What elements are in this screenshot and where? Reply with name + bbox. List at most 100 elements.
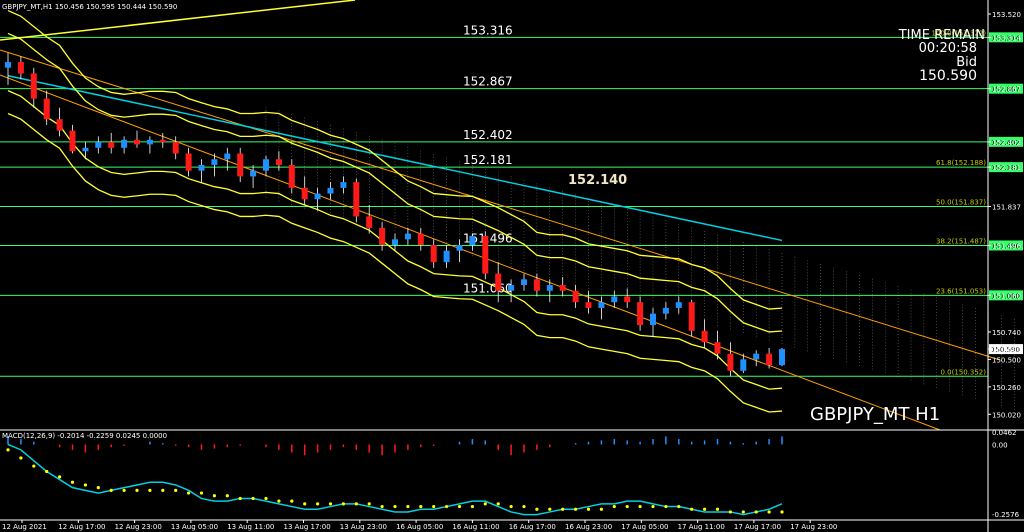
candle-body xyxy=(766,353,773,366)
candle-body xyxy=(185,153,192,171)
candle-body xyxy=(237,153,244,177)
candle-body xyxy=(69,130,76,152)
signal-dot xyxy=(728,510,733,514)
signal-dot xyxy=(625,504,629,509)
candle-body xyxy=(314,193,321,200)
signal-dot xyxy=(148,488,152,492)
candle-body xyxy=(456,245,463,251)
signal-dot xyxy=(535,507,539,511)
signal-dot xyxy=(470,504,474,509)
signal-dot xyxy=(122,488,126,492)
x-tick-label: 13 Aug 05:00 xyxy=(171,523,218,531)
candle-body xyxy=(301,187,308,200)
y-tick-label: 150.500 xyxy=(992,356,1021,364)
y-tick-label: 153.314 xyxy=(992,35,1021,43)
candle-body xyxy=(56,119,63,131)
signal-dot xyxy=(70,480,75,484)
x-tick-label: 12 Aug 2021 xyxy=(2,523,47,531)
candle-body xyxy=(495,273,502,291)
signal-dot xyxy=(574,507,578,511)
x-tick-label: 13 Aug 17:00 xyxy=(284,523,331,531)
candle-body xyxy=(224,153,231,160)
signal-dot xyxy=(19,456,23,460)
candle-body xyxy=(779,349,785,366)
candle-body xyxy=(727,353,734,371)
y-tick-label: 151.837 xyxy=(992,203,1021,211)
signal-dot xyxy=(174,488,178,492)
signal-dot xyxy=(109,488,113,492)
candle-body xyxy=(740,359,747,371)
candle-body xyxy=(701,330,708,343)
symbol-label: GBPJPY_MT H1 xyxy=(810,404,940,425)
candle-body xyxy=(585,302,592,308)
signal-dot xyxy=(354,502,358,506)
level-label: 152.402 xyxy=(463,128,513,142)
candle-body xyxy=(521,279,527,286)
candle-body xyxy=(469,235,476,246)
y-tick-label: 150.020 xyxy=(992,411,1021,419)
y-tick-label: 150.740 xyxy=(992,329,1021,337)
candle-body xyxy=(482,235,489,274)
signal-dot xyxy=(715,507,720,511)
fibo-label: 50.0(151.837) xyxy=(936,198,986,206)
chart-header: GBPJPY_MT,H1 150.456 150.595 150.444 150… xyxy=(2,3,177,11)
x-tick-label: 16 Aug 05:00 xyxy=(396,523,443,531)
level-label: 153.316 xyxy=(463,23,513,37)
macd-tick-label: 0.00 xyxy=(992,441,1008,449)
candle-body xyxy=(533,279,540,291)
timer-value: 00:20:58 xyxy=(919,41,977,56)
candle-body xyxy=(327,187,334,194)
candle-body xyxy=(159,139,166,143)
signal-dot xyxy=(651,504,655,509)
x-tick-label: 12 Aug 17:00 xyxy=(58,523,105,531)
fibo-label: 61.8(152.188) xyxy=(936,159,986,167)
signal-dot xyxy=(548,507,552,511)
bid-price: 150.590 xyxy=(919,68,977,84)
signal-dot xyxy=(445,504,449,509)
candle-body xyxy=(250,170,257,177)
candle-body xyxy=(392,239,398,246)
candle-body xyxy=(108,142,115,148)
candle-body xyxy=(637,302,644,326)
candle-body xyxy=(572,290,579,303)
candle-body xyxy=(417,233,424,246)
signal-dot xyxy=(225,494,229,498)
price-chart[interactable]: 153.316 100.0(153.322)153.314152.867152.8… xyxy=(0,0,1024,532)
candle-body xyxy=(753,353,760,360)
macd-header: MACD(12,26,9) -0.2014 -0.2259 0.0245 0.0… xyxy=(2,432,167,440)
signal-dot xyxy=(483,502,487,506)
x-tick-label: 17 Aug 05:00 xyxy=(621,523,668,531)
x-tick-label: 17 Aug 23:00 xyxy=(790,523,837,531)
signal-dot xyxy=(316,502,320,506)
candle-body xyxy=(559,285,566,291)
signal-dot xyxy=(432,504,436,509)
x-tick-label: 17 Aug 17:00 xyxy=(734,523,781,531)
candle-body xyxy=(714,342,721,354)
candle-body xyxy=(675,302,682,308)
signal-dot xyxy=(509,504,513,509)
price-annotation: 152.140 xyxy=(568,173,627,188)
signal-dot xyxy=(741,510,745,514)
signal-dot xyxy=(277,499,281,503)
macd-tick-label: -0.2576 xyxy=(992,511,1020,519)
candle-body xyxy=(134,139,140,145)
signal-dot xyxy=(677,504,681,509)
candle-body xyxy=(662,307,669,314)
y-tick-label: 151.496 xyxy=(992,242,1021,250)
signal-dot xyxy=(303,502,307,506)
signal-dot xyxy=(612,504,616,509)
signal-dot xyxy=(522,504,526,509)
signal-dot xyxy=(457,504,462,509)
signal-dot xyxy=(161,488,165,492)
signal-dot xyxy=(238,496,242,501)
level-label: 152.181 xyxy=(463,153,513,167)
candle-body xyxy=(121,139,128,148)
signal-dot xyxy=(83,483,87,487)
fibo-label: 23.6(151.053) xyxy=(936,287,986,295)
candle-body xyxy=(95,142,102,148)
y-tick-label: 150.260 xyxy=(992,384,1021,392)
signal-dot xyxy=(599,507,604,511)
signal-dot xyxy=(393,504,397,509)
signal-dot xyxy=(780,510,784,514)
signal-dot xyxy=(6,448,10,452)
